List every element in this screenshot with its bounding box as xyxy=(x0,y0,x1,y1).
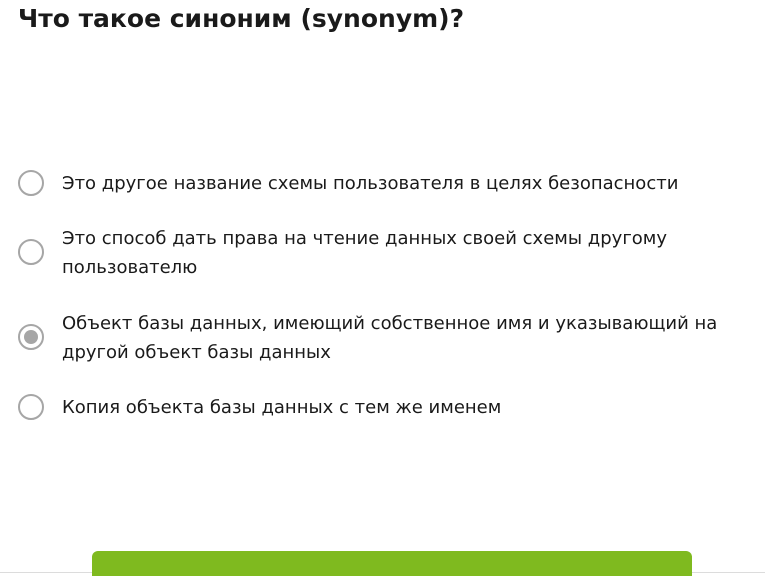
answer-option-1-label: Это другое название схемы пользователя в… xyxy=(62,173,679,194)
submit-answer-button[interactable] xyxy=(92,551,692,576)
answer-options: Это другое название схемы пользователя в… xyxy=(0,0,765,576)
radio-button-1[interactable] xyxy=(18,170,44,196)
answer-option-2-label: Это способ дать права на чтение данных с… xyxy=(62,228,668,278)
answer-option-3-label: Объект базы данных, имеющий собственное … xyxy=(62,313,718,363)
radio-button-4[interactable] xyxy=(18,394,44,420)
answer-option-4-label: Копия объекта базы данных с тем же имене… xyxy=(62,397,502,418)
radio-button-3-selected[interactable] xyxy=(18,324,44,350)
radio-button-2[interactable] xyxy=(18,239,44,265)
